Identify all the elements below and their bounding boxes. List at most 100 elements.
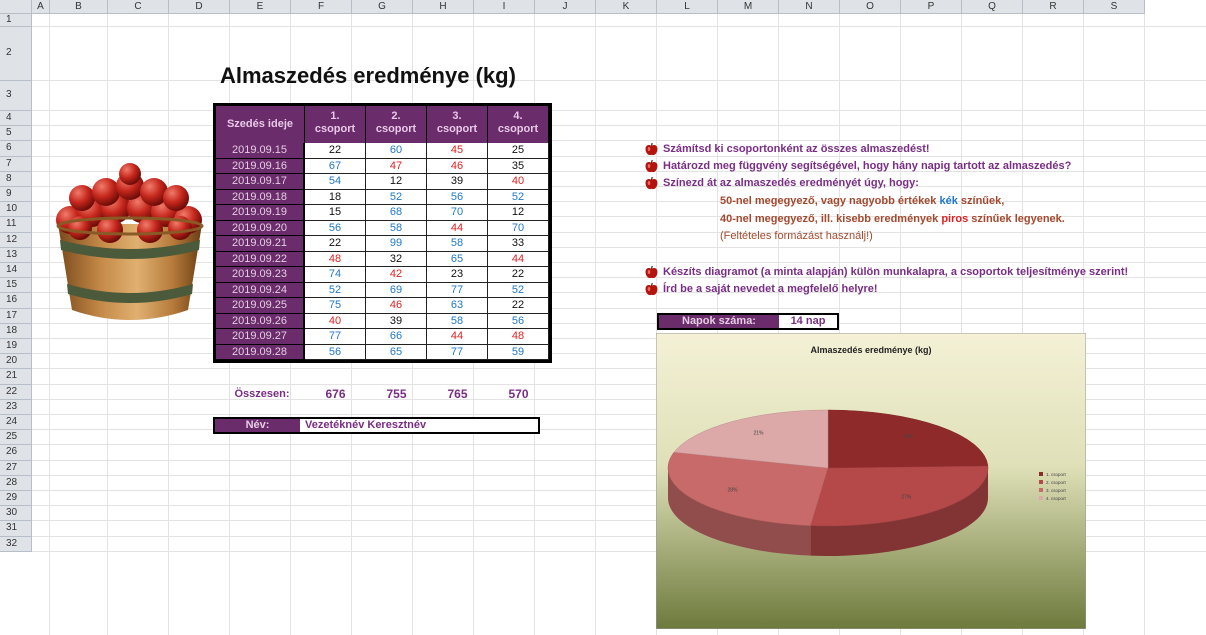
value-cell[interactable]: 77 — [427, 344, 488, 360]
header-group-4[interactable]: 4. csoport — [488, 106, 549, 143]
value-cell[interactable]: 44 — [427, 220, 488, 236]
column-header-O[interactable]: O — [840, 0, 901, 14]
header-group-3[interactable]: 3. csoport — [427, 106, 488, 143]
napok-szama-value[interactable]: 14 nap — [783, 315, 833, 328]
date-cell[interactable]: 2019.09.26 — [216, 313, 305, 329]
value-cell[interactable]: 58 — [427, 236, 488, 252]
header-group-1[interactable]: 1. csoport — [305, 106, 366, 143]
value-cell[interactable]: 40 — [305, 313, 366, 329]
value-cell[interactable]: 63 — [427, 298, 488, 314]
value-cell[interactable]: 58 — [427, 313, 488, 329]
row-header-26[interactable]: 26 — [0, 445, 32, 461]
value-cell[interactable]: 99 — [366, 236, 427, 252]
row-header-30[interactable]: 30 — [0, 506, 32, 522]
value-cell[interactable]: 45 — [427, 143, 488, 159]
row-header-17[interactable]: 17 — [0, 308, 32, 324]
column-header-R[interactable]: R — [1023, 0, 1084, 14]
value-cell[interactable]: 65 — [427, 251, 488, 267]
value-cell[interactable]: 70 — [427, 205, 488, 221]
date-cell[interactable]: 2019.09.17 — [216, 174, 305, 190]
value-cell[interactable]: 59 — [488, 344, 549, 360]
value-cell[interactable]: 44 — [488, 251, 549, 267]
column-header-A[interactable]: A — [32, 0, 50, 14]
row-header-4[interactable]: 4 — [0, 111, 32, 127]
row-header-7[interactable]: 7 — [0, 156, 32, 172]
date-cell[interactable]: 2019.09.22 — [216, 251, 305, 267]
row-header-27[interactable]: 27 — [0, 460, 32, 476]
select-all-corner[interactable] — [0, 0, 32, 14]
column-header-L[interactable]: L — [657, 0, 718, 14]
row-header-8[interactable]: 8 — [0, 171, 32, 187]
value-cell[interactable]: 56 — [305, 220, 366, 236]
date-cell[interactable]: 2019.09.20 — [216, 220, 305, 236]
value-cell[interactable]: 68 — [366, 205, 427, 221]
value-cell[interactable]: 40 — [488, 174, 549, 190]
value-cell[interactable]: 35 — [488, 158, 549, 174]
row-header-19[interactable]: 19 — [0, 339, 32, 355]
column-header-M[interactable]: M — [718, 0, 779, 14]
row-header-32[interactable]: 32 — [0, 536, 32, 552]
value-cell[interactable]: 70 — [488, 220, 549, 236]
header-group-2[interactable]: 2. csoport — [366, 106, 427, 143]
value-cell[interactable]: 77 — [427, 282, 488, 298]
value-cell[interactable]: 46 — [427, 158, 488, 174]
value-cell[interactable]: 22 — [488, 267, 549, 283]
row-header-31[interactable]: 31 — [0, 521, 32, 537]
date-cell[interactable]: 2019.09.16 — [216, 158, 305, 174]
value-cell[interactable]: 12 — [488, 205, 549, 221]
column-header-I[interactable]: I — [474, 0, 535, 14]
value-cell[interactable]: 48 — [488, 329, 549, 345]
value-cell[interactable]: 52 — [366, 189, 427, 205]
value-cell[interactable]: 48 — [305, 251, 366, 267]
row-header-2[interactable]: 2 — [0, 27, 32, 81]
value-cell[interactable]: 15 — [305, 205, 366, 221]
date-cell[interactable]: 2019.09.21 — [216, 236, 305, 252]
row-header-16[interactable]: 16 — [0, 293, 32, 309]
value-cell[interactable]: 56 — [427, 189, 488, 205]
value-cell[interactable]: 22 — [305, 236, 366, 252]
row-header-3[interactable]: 3 — [0, 81, 32, 111]
value-cell[interactable]: 33 — [488, 236, 549, 252]
value-cell[interactable]: 52 — [488, 282, 549, 298]
row-header-13[interactable]: 13 — [0, 247, 32, 263]
row-header-20[interactable]: 20 — [0, 354, 32, 370]
total-group-1[interactable]: 676 — [305, 387, 366, 401]
row-header-28[interactable]: 28 — [0, 475, 32, 491]
value-cell[interactable]: 47 — [366, 158, 427, 174]
column-header-S[interactable]: S — [1084, 0, 1145, 14]
row-header-12[interactable]: 12 — [0, 232, 32, 248]
header-date[interactable]: Szedés ideje — [216, 106, 305, 143]
column-header-Q[interactable]: Q — [962, 0, 1023, 14]
value-cell[interactable]: 54 — [305, 174, 366, 190]
column-header-F[interactable]: F — [291, 0, 352, 14]
column-header-C[interactable]: C — [108, 0, 169, 14]
column-header-K[interactable]: K — [596, 0, 657, 14]
row-header-11[interactable]: 11 — [0, 217, 32, 233]
date-cell[interactable]: 2019.09.25 — [216, 298, 305, 314]
value-cell[interactable]: 25 — [488, 143, 549, 159]
value-cell[interactable]: 52 — [305, 282, 366, 298]
value-cell[interactable]: 18 — [305, 189, 366, 205]
row-header-22[interactable]: 22 — [0, 384, 32, 400]
total-group-3[interactable]: 765 — [427, 387, 488, 401]
total-group-2[interactable]: 755 — [366, 387, 427, 401]
row-header-5[interactable]: 5 — [0, 126, 32, 142]
row-header-14[interactable]: 14 — [0, 263, 32, 279]
column-header-J[interactable]: J — [535, 0, 596, 14]
value-cell[interactable]: 69 — [366, 282, 427, 298]
row-header-10[interactable]: 10 — [0, 202, 32, 218]
column-header-B[interactable]: B — [50, 0, 108, 14]
value-cell[interactable]: 60 — [366, 143, 427, 159]
row-header-1[interactable]: 1 — [0, 14, 32, 27]
row-header-29[interactable]: 29 — [0, 491, 32, 507]
value-cell[interactable]: 39 — [366, 313, 427, 329]
value-cell[interactable]: 46 — [366, 298, 427, 314]
value-cell[interactable]: 58 — [366, 220, 427, 236]
date-cell[interactable]: 2019.09.24 — [216, 282, 305, 298]
value-cell[interactable]: 12 — [366, 174, 427, 190]
date-cell[interactable]: 2019.09.27 — [216, 329, 305, 345]
value-cell[interactable]: 44 — [427, 329, 488, 345]
value-cell[interactable]: 39 — [427, 174, 488, 190]
value-cell[interactable]: 56 — [305, 344, 366, 360]
row-header-24[interactable]: 24 — [0, 415, 32, 431]
